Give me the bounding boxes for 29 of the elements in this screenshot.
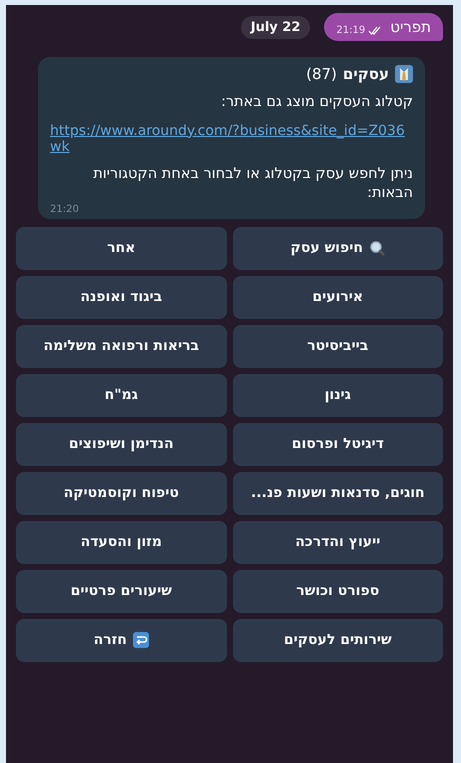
business-count: (87) — [306, 65, 337, 83]
date-chip: July 22 — [240, 16, 310, 38]
message-title: עסקים — [342, 65, 389, 83]
keyboard-button[interactable]: בריאות ורפואה משלימה — [16, 324, 226, 368]
message-text: קטלוג העסקים מוצג גם באתר: — [220, 93, 413, 112]
keyboard-button[interactable]: מזון והסעדה — [16, 520, 226, 564]
keyboard-button[interactable]: טיפוח וקוסמטיקה — [16, 472, 226, 515]
keyboard-button[interactable]: שיעורים פרטיים — [16, 570, 226, 613]
keyboard-button[interactable]: ייעוץ והדרכה — [232, 520, 443, 564]
keyboard-button[interactable]: ספורט וכושר — [232, 570, 443, 613]
message-text: ניתן לחפש עסק בקטלוג או לבחור באחת הקטגוריות הבאות: — [92, 164, 413, 204]
keyboard-button[interactable]: חוגים, סדנאות ושעות פנ... — [232, 472, 443, 515]
keyboard-button[interactable]: גינון — [232, 374, 443, 417]
keyboard-button[interactable]: הנדימן ושיפוצים — [16, 422, 226, 466]
keyboard-button[interactable]: אירועים — [232, 276, 443, 319]
search-icon — [368, 240, 385, 256]
keyboard-button[interactable]: שירותים לעסקים — [232, 618, 443, 662]
business-suit-icon — [395, 65, 413, 83]
keyboard-button[interactable]: דיגיטל ופרסום — [232, 422, 443, 466]
keyboard-button[interactable]: גמ"ח — [16, 374, 226, 417]
message-time: 21:19 — [336, 25, 366, 36]
keyboard-button[interactable]: חיפוש עסק — [232, 226, 443, 270]
website-link[interactable]: https://www.aroundy.com/?business&site_id=Z036wk — [50, 122, 413, 155]
message-time: 21:20 — [50, 204, 80, 215]
message-text: תפריט — [390, 18, 431, 36]
keyboard-button[interactable]: בייביסיטר — [232, 324, 443, 368]
keyboard-button[interactable]: חזרה — [16, 618, 226, 662]
keyboard-button[interactable]: ביגוד ואופנה — [16, 276, 226, 319]
keyboard-button[interactable]: אחר — [16, 226, 226, 270]
